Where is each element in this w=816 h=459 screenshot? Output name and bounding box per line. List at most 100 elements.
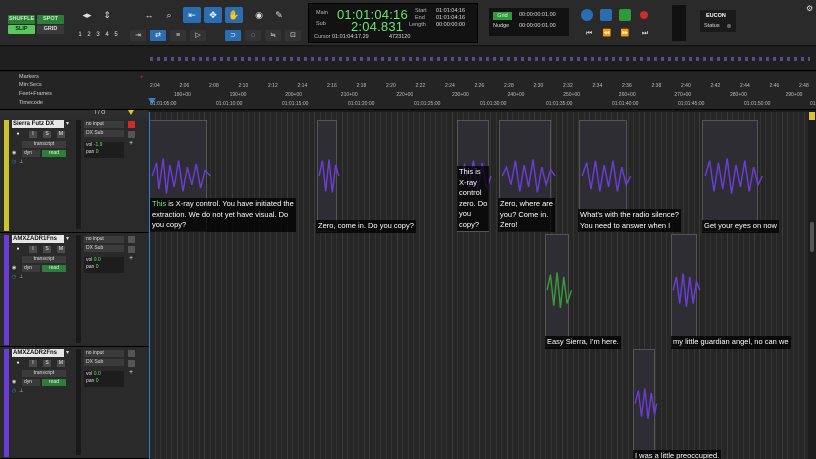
lock-icon[interactable]: ⊥ <box>19 388 23 394</box>
keyboard-focus-icon[interactable]: ◌ <box>245 30 261 41</box>
tab-to-transient-icon[interactable]: ⇥ <box>130 30 146 41</box>
track-output-indicator-icon[interactable] <box>128 236 135 243</box>
zoomer-icon[interactable]: ↔ <box>140 7 158 23</box>
automation-type[interactable]: dyn <box>22 379 40 386</box>
link-track-edit-icon[interactable]: ⊃ <box>225 30 241 41</box>
automation-mode[interactable]: read <box>42 265 66 272</box>
grid-value[interactable]: 00:00:00:01.00 <box>519 12 556 18</box>
insertion-follows-icon[interactable]: ▷ <box>190 30 206 41</box>
automation-type[interactable]: dyn <box>22 150 40 157</box>
track-output-indicator-icon[interactable] <box>128 121 135 128</box>
track-view-selector[interactable]: transcript <box>22 141 66 148</box>
scroll-thumb[interactable] <box>810 222 814 252</box>
timebase-icon[interactable]: ◷ <box>12 388 16 394</box>
go-to-end-icon[interactable]: ⏭ <box>638 28 652 40</box>
fast-forward-icon[interactable]: ⏩ <box>618 28 632 40</box>
audio-clip[interactable] <box>317 120 340 232</box>
volume-value[interactable]: -1.9 <box>94 142 103 148</box>
rewind-icon[interactable]: ⏪ <box>600 28 614 40</box>
lock-icon[interactable]: ⊥ <box>19 274 23 280</box>
output-selector[interactable]: DX Sub <box>84 359 124 366</box>
input-selector[interactable]: no input <box>84 236 124 243</box>
play-icon[interactable] <box>619 9 631 21</box>
playlist-icon[interactable]: ◉ <box>12 379 16 385</box>
record-arm-icon[interactable]: ● <box>14 131 22 138</box>
audio-clip[interactable] <box>702 120 764 232</box>
mirror-midi-icon[interactable]: ≡ <box>170 30 186 41</box>
slip-mode-button[interactable]: SLIP <box>8 25 35 34</box>
sub-counter-value[interactable]: 2:04.831 <box>351 19 403 34</box>
track-menu-chevron-icon[interactable]: ▾ <box>66 235 71 243</box>
pan-value[interactable]: 0 <box>96 264 99 270</box>
universe-overview[interactable] <box>0 47 816 71</box>
insert-icon[interactable] <box>128 360 135 367</box>
timebase-icon[interactable]: ◷ <box>12 159 16 165</box>
add-send-icon[interactable]: + <box>129 255 133 262</box>
pan-value[interactable]: 0 <box>96 149 99 155</box>
input-monitor-button[interactable]: I <box>29 246 37 253</box>
zoom-preset-2[interactable]: 2 <box>85 31 93 40</box>
record-arm-icon[interactable]: ● <box>14 246 22 253</box>
track-output-indicator-icon[interactable] <box>128 350 135 357</box>
scrubber-tool-icon[interactable]: ◉ <box>250 7 268 23</box>
end-value[interactable]: 01:01:04:16 <box>436 15 465 21</box>
vertical-scrollbar[interactable] <box>808 112 816 459</box>
automation-type[interactable]: dyn <box>22 265 40 272</box>
zoom-preset-4[interactable]: 4 <box>103 31 111 40</box>
commands-focus-icon[interactable]: ≒ <box>265 30 281 41</box>
add-send-icon[interactable]: + <box>129 369 133 376</box>
mute-button[interactable]: M <box>57 246 65 253</box>
audio-clip[interactable] <box>671 234 701 347</box>
clip-focus-icon[interactable]: ⊡ <box>285 30 301 41</box>
vol-pan-box[interactable]: vol 0.0 pan 0 <box>84 371 124 387</box>
selector-tool-icon[interactable]: ✥ <box>204 7 222 23</box>
spot-mode-button[interactable]: SPOT <box>37 15 64 24</box>
automation-mode[interactable]: read <box>42 150 66 157</box>
playhead-line[interactable] <box>149 112 150 459</box>
grabber-tool-icon[interactable]: ✋ <box>225 7 243 23</box>
volume-value[interactable]: 0.0 <box>94 257 101 263</box>
track-name[interactable]: AMXZADR1Fns <box>12 235 64 243</box>
automation-mode[interactable]: read <box>42 379 66 386</box>
playlist-icon[interactable]: ◉ <box>12 265 16 271</box>
zoom-preset-5[interactable]: 5 <box>112 31 120 40</box>
return-to-zero-icon[interactable]: ⏮ <box>582 28 596 40</box>
nudge-label[interactable]: Nudge <box>493 23 509 29</box>
vol-pan-box[interactable]: vol 0.0 pan 0 <box>84 257 124 273</box>
track-menu-chevron-icon[interactable]: ▾ <box>66 349 71 357</box>
edit-timeline[interactable]: This is X-ray control. You have initiate… <box>149 112 808 459</box>
input-selector[interactable]: no input <box>84 350 124 357</box>
audio-clip[interactable] <box>633 349 658 459</box>
volume-value[interactable]: 0.0 <box>94 371 101 377</box>
track-view-selector[interactable]: transcript <box>22 370 66 377</box>
trim-tool-icon[interactable]: ⇤ <box>183 7 201 23</box>
mute-button[interactable]: M <box>57 131 65 138</box>
link-timeline-icon[interactable]: ⇄ <box>150 30 166 41</box>
magnifier-icon[interactable]: ⌕ <box>160 7 178 23</box>
grid-button[interactable]: Grid <box>493 12 512 20</box>
track-menu-chevron-icon[interactable]: ▾ <box>66 120 71 128</box>
vol-pan-box[interactable]: vol -1.9 pan 0 <box>84 142 124 158</box>
track-header[interactable]: Sierra Futz DX ▾ ● I S M transcript ◉ dy… <box>0 118 149 233</box>
timebase-icon[interactable]: ◷ <box>12 274 16 280</box>
record-arm-icon[interactable]: ● <box>14 360 22 367</box>
timecode-ruler-label[interactable]: Timecode <box>19 100 43 106</box>
zoom-preset-1[interactable]: 1 <box>76 31 84 40</box>
nudge-value[interactable]: 00:00:00:01.00 <box>519 23 556 29</box>
input-monitor-button[interactable]: I <box>29 131 37 138</box>
zoom-out-horizontal-icon[interactable]: ◂▸ <box>78 7 96 23</box>
feetframes-ruler-label[interactable]: Feet+Frames <box>19 91 52 97</box>
input-monitor-button[interactable]: I <box>29 360 37 367</box>
insert-icon[interactable] <box>128 131 135 138</box>
zoom-vertical-icon[interactable]: ⇕ <box>98 7 116 23</box>
zoom-preset-3[interactable]: 3 <box>94 31 102 40</box>
grid-mode-button[interactable]: GRID <box>37 25 64 34</box>
output-selector[interactable]: DX Sub <box>84 130 124 137</box>
lock-icon[interactable]: ⊥ <box>19 159 23 165</box>
solo-button[interactable]: S <box>43 131 51 138</box>
playlist-icon[interactable]: ◉ <box>12 150 16 156</box>
length-value[interactable]: 00:00:00:00 <box>436 22 465 28</box>
output-selector[interactable]: DX Sub <box>84 245 124 252</box>
track-name[interactable]: Sierra Futz DX <box>12 120 64 128</box>
minsecs-ruler-label[interactable]: Min:Secs <box>19 82 42 88</box>
